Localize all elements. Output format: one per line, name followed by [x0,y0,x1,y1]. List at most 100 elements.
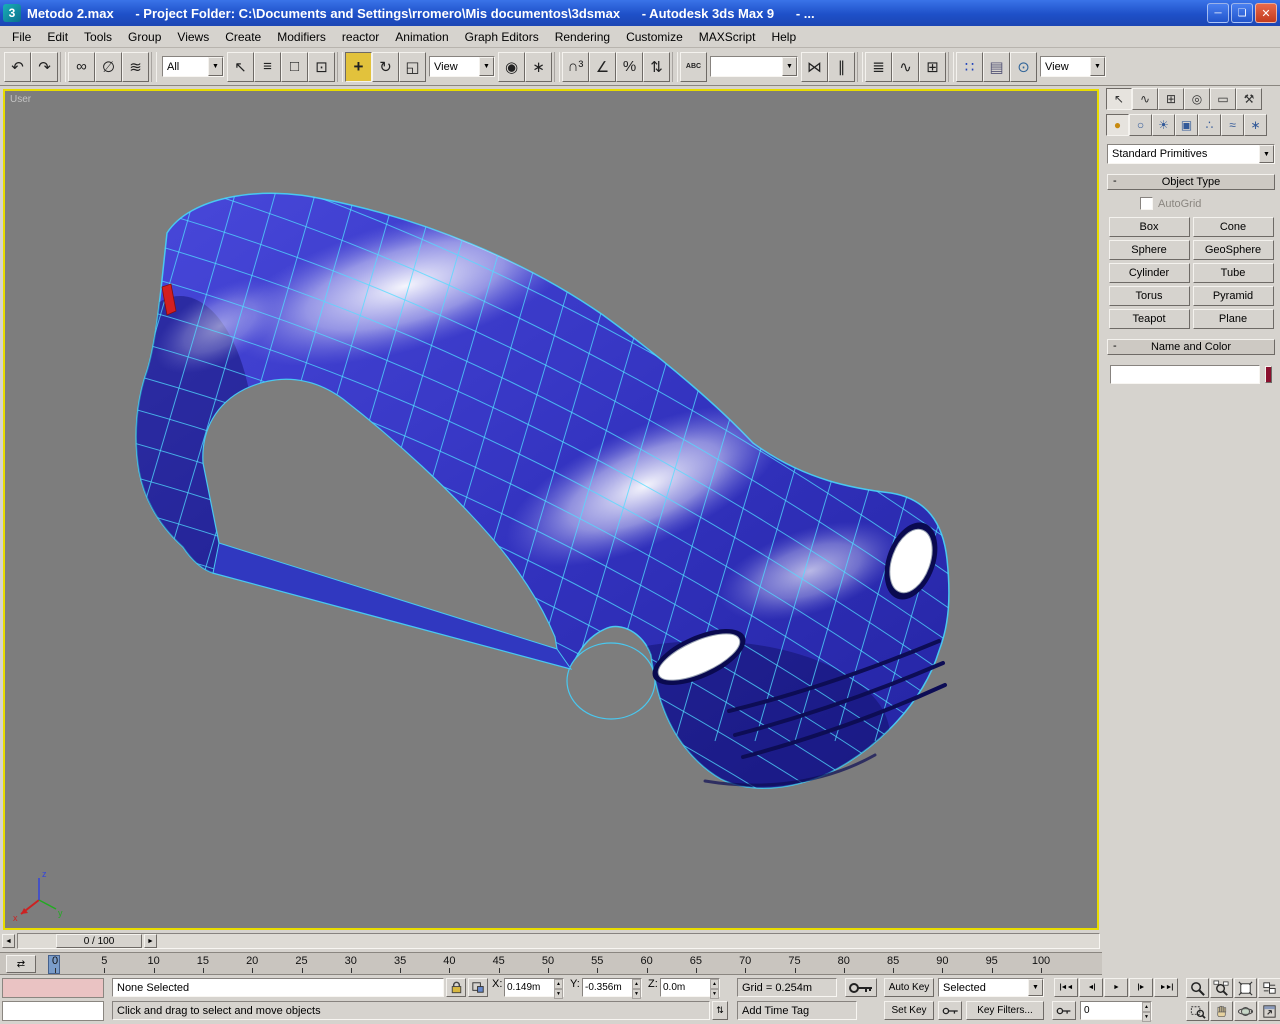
unlink-selection-icon[interactable]: ∅ [95,51,122,82]
maxscript-mini-listener-macro[interactable] [2,978,104,998]
zoom-region-icon[interactable] [1186,1001,1209,1021]
x-coordinate-input[interactable] [505,979,554,996]
selection-status-field[interactable]: None Selected [112,978,444,997]
curve-editor-icon[interactable]: ∿ [892,51,919,82]
category-systems[interactable]: ∗ [1244,114,1267,136]
spinner-snap-icon[interactable]: ⇅ [643,51,670,82]
min-max-toggle-icon[interactable] [1258,1001,1280,1021]
named-selection-sets-dropdown[interactable]: ▼ [710,56,798,77]
button-plane[interactable]: Plane [1192,309,1274,329]
snap-toggle-icon[interactable]: ∩³ [562,51,589,82]
menu-tools[interactable]: Tools [76,28,120,46]
button-box[interactable]: Box [1108,217,1190,237]
button-sphere[interactable]: Sphere [1108,240,1190,260]
next-frame-button[interactable]: |► [1129,978,1153,997]
car-mesh-object[interactable] [5,91,1097,927]
key-filters-button[interactable]: Key Filters... [966,1001,1044,1020]
category-shapes[interactable]: ○ [1129,114,1152,136]
auto-key-button[interactable]: Auto Key [884,978,934,997]
menu-create[interactable]: Create [217,28,269,46]
add-time-tag-field[interactable]: Add Time Tag [737,1001,857,1020]
open-mini-curve-editor-icon[interactable]: ⇄ [6,955,36,973]
button-torus[interactable]: Torus [1108,286,1190,306]
app-icon[interactable]: 3 [3,4,21,22]
category-helpers[interactable]: ∴ [1198,114,1221,136]
align-icon[interactable]: ∥ [828,51,855,82]
y-spinner[interactable]: ▲ ▼ [632,979,641,999]
window-crossing-icon[interactable]: ⊡ [308,51,335,82]
edit-named-selection-sets-icon[interactable]: ABC [680,51,707,82]
menu-graph-editors[interactable]: Graph Editors [457,28,547,46]
rectangular-selection-region-icon[interactable]: □ [281,51,308,82]
selection-filter-dropdown[interactable]: All ▼ [162,56,224,77]
render-type-dropdown[interactable]: View ▼ [1040,56,1106,77]
z-spinner[interactable]: ▲ ▼ [710,979,719,999]
zoom-icon[interactable] [1186,978,1209,998]
angle-snap-icon[interactable]: ∠ [589,51,616,82]
time-slider-handle[interactable]: 0 / 100 [56,934,142,948]
menu-reactor[interactable]: reactor [334,28,387,46]
select-by-name-icon[interactable]: ≡ [254,51,281,82]
menu-help[interactable]: Help [763,28,804,46]
maximize-button[interactable]: ❏ [1231,3,1253,23]
quick-render-icon[interactable]: ⊙ [1010,51,1037,82]
tab-utilities[interactable]: ⚒ [1236,88,1262,110]
close-button[interactable]: ✕ [1255,3,1277,23]
object-type-rollout-header[interactable]: - Object Type [1107,174,1275,190]
object-name-input[interactable] [1110,365,1260,384]
layer-manager-icon[interactable]: ≣ [865,51,892,82]
render-setup-icon[interactable]: ▤ [983,51,1010,82]
button-cone[interactable]: Cone [1192,217,1274,237]
schematic-view-icon[interactable]: ⊞ [919,51,946,82]
previous-frame-button[interactable]: ◄| [1079,978,1103,997]
menu-file[interactable]: File [4,28,39,46]
primitives-category-dropdown[interactable]: Standard Primitives ▼ [1107,144,1275,164]
viewport-user[interactable]: User x y z [3,89,1099,930]
button-pyramid[interactable]: Pyramid [1192,286,1274,306]
time-slider-left-arrow[interactable]: ◄ [2,934,15,948]
mirror-icon[interactable]: ⋈ [801,51,828,82]
reference-coordinate-dropdown[interactable]: View ▼ [429,56,495,77]
tab-create[interactable]: ↖ [1106,88,1132,110]
y-coordinate-input[interactable] [583,979,632,996]
selection-lock-icon[interactable] [446,978,466,997]
z-coordinate-input[interactable] [661,979,710,996]
menu-customize[interactable]: Customize [618,28,691,46]
x-coordinate-field[interactable]: ▲▼ [504,978,564,999]
button-geosphere[interactable]: GeoSphere [1192,240,1274,260]
zoom-extents-all-icon[interactable] [1258,978,1280,998]
time-slider-right-arrow[interactable]: ► [144,934,157,948]
menu-edit[interactable]: Edit [39,28,76,46]
select-and-manipulate-icon[interactable]: ∗ [525,51,552,82]
select-and-link-icon[interactable]: ∞ [68,51,95,82]
button-teapot[interactable]: Teapot [1108,309,1190,329]
tab-display[interactable]: ▭ [1210,88,1236,110]
chevron-down-icon[interactable]: ▼ [208,57,223,76]
key-mode-dropdown[interactable]: Selected ▼ [938,978,1044,997]
menu-animation[interactable]: Animation [387,28,456,46]
percent-snap-icon[interactable]: % [616,51,643,82]
material-editor-icon[interactable]: ∷ [956,51,983,82]
go-to-end-button[interactable]: ►►| [1154,978,1178,997]
select-and-scale-icon[interactable]: ◱ [399,51,426,82]
arc-rotate-icon[interactable] [1234,1001,1257,1021]
redo-icon[interactable]: ↷ [31,51,58,82]
zoom-extents-icon[interactable] [1234,978,1257,998]
menu-rendering[interactable]: Rendering [547,28,618,46]
undo-icon[interactable]: ↶ [4,51,31,82]
chevron-down-icon[interactable]: ▼ [1259,145,1274,163]
absolute-offset-mode-icon[interactable] [468,978,488,997]
menu-group[interactable]: Group [120,28,169,46]
bind-to-space-warp-icon[interactable]: ≋ [122,51,149,82]
frame-spinner[interactable]: ▲ ▼ [1142,1002,1151,1022]
set-key-button[interactable]: Set Key [884,1001,934,1020]
track-bar[interactable]: ⇄ 0 5 10 15 20 25 30 35 40 45 50 55 60 65 70 75 80 85 90 95… [0,952,1102,975]
go-to-start-button[interactable]: |◄◄ [1054,978,1078,997]
pan-icon[interactable] [1210,1001,1233,1021]
key-mode-toggle-button[interactable] [1052,1001,1076,1020]
object-color-swatch[interactable] [1265,366,1272,383]
category-cameras[interactable]: ▣ [1175,114,1198,136]
x-spinner[interactable]: ▲ ▼ [554,979,563,999]
button-cylinder[interactable]: Cylinder [1108,263,1190,283]
chevron-down-icon[interactable]: ▼ [479,57,494,76]
